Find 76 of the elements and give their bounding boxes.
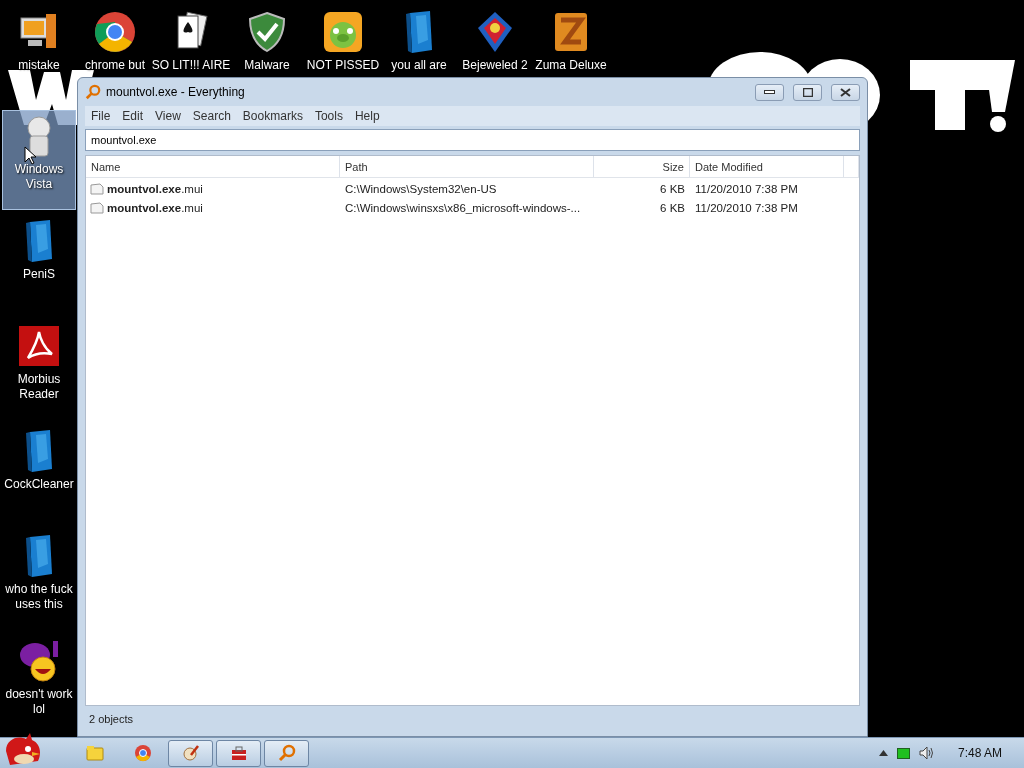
- file-icon: [90, 182, 104, 195]
- icon-label: NOT PISSED: [306, 58, 380, 73]
- desktop-icon[interactable]: mistake: [2, 6, 76, 76]
- desktop-icon[interactable]: doesn't work lol: [2, 635, 76, 735]
- folder-icon: [85, 744, 104, 762]
- icon-label: Malware: [244, 58, 290, 73]
- desktop-icon[interactable]: CockCleaner: [2, 425, 76, 525]
- smiley-messenger-icon: [18, 639, 60, 683]
- icon-label: Morbius Reader: [16, 372, 62, 402]
- shield-check-icon: [246, 10, 288, 54]
- desktop-icon[interactable]: chrome but: [78, 6, 152, 76]
- magnifier-icon: [85, 84, 101, 100]
- status-text: 2 objects: [89, 713, 134, 725]
- pdf-reader-icon: [18, 324, 60, 368]
- taskbar-button[interactable]: [216, 739, 261, 767]
- cursor-icon: [24, 146, 36, 165]
- column-header[interactable]: Size: [594, 156, 690, 177]
- desktop-icon[interactable]: SO LIT!!! AIRE: [154, 6, 228, 76]
- menu-item[interactable]: Help: [348, 109, 386, 123]
- menu-item[interactable]: View: [149, 109, 187, 123]
- date-modified: 11/20/2010 7:38 PM: [694, 181, 799, 197]
- desktop-icon[interactable]: Malware: [230, 6, 304, 76]
- close-button[interactable]: [831, 83, 860, 101]
- window-title: mountvol.exe - Everything: [106, 85, 246, 99]
- file-path: C:\Windows\System32\en-US: [344, 181, 498, 197]
- file-name: mountvol.exe.mui: [107, 181, 204, 197]
- speaker-icon[interactable]: [918, 746, 935, 760]
- icon-label: CockCleaner: [3, 477, 75, 492]
- column-header[interactable]: Name: [86, 156, 340, 177]
- icon-label: Zuma Deluxe: [535, 58, 607, 73]
- desktop-icon[interactable]: you all are: [382, 6, 456, 76]
- minimize-icon: [764, 89, 775, 95]
- paint-brush-icon: [181, 744, 200, 762]
- icon-label: who the fuck uses this: [4, 582, 74, 612]
- file-name: mountvol.exe.mui: [107, 200, 204, 216]
- icon-label: Windows Vista: [13, 162, 65, 192]
- search-field[interactable]: mountvol.exe: [85, 129, 860, 151]
- file-icon: [90, 201, 104, 214]
- close-icon: [840, 87, 851, 97]
- desktop-icon[interactable]: Morbius Reader: [2, 320, 76, 420]
- toolbox-icon: [229, 744, 248, 762]
- desktop-icon[interactable]: who the fuck uses this: [2, 530, 76, 630]
- desktop-icon[interactable]: Windows Vista: [2, 110, 76, 210]
- menu-item[interactable]: Search: [186, 109, 237, 123]
- icon-label: PeniS: [22, 267, 56, 282]
- menu-item[interactable]: Edit: [116, 109, 150, 123]
- desktop-icon[interactable]: PeniS: [2, 215, 76, 315]
- taskbar-button[interactable]: [264, 739, 309, 767]
- file-size: 6 KB: [659, 200, 686, 216]
- magnifier-icon: [277, 744, 296, 762]
- icon-label: doesn't work lol: [4, 687, 74, 717]
- icon-label: chrome but: [85, 58, 145, 73]
- desktop-icon[interactable]: Bejeweled 2: [458, 6, 532, 76]
- desktop-icon[interactable]: Zuma Deluxe: [534, 6, 608, 76]
- pig-icon: [322, 10, 364, 54]
- menu-item[interactable]: Bookmarks: [236, 109, 309, 123]
- date-modified: 11/20/2010 7:38 PM: [694, 200, 799, 216]
- menu-item[interactable]: File: [85, 109, 117, 123]
- chrome-icon: [94, 10, 136, 54]
- desktop-icon[interactable]: NOT PISSED: [306, 6, 380, 76]
- chrome-icon: [133, 744, 152, 762]
- column-header[interactable]: Date Modified: [690, 156, 844, 177]
- clock[interactable]: 7:48 AM: [957, 746, 1002, 760]
- show-hidden-icon[interactable]: [878, 750, 888, 756]
- icon-label: you all are: [391, 58, 447, 73]
- maximize-button[interactable]: [793, 83, 822, 101]
- taskbar-button[interactable]: [168, 739, 213, 767]
- icon-label: SO LIT!!! AIRE: [151, 58, 231, 73]
- column-header[interactable]: Path: [340, 156, 594, 177]
- icon-label: Bejeweled 2: [462, 58, 528, 73]
- minimize-button[interactable]: [755, 83, 784, 101]
- file-size: 6 KB: [659, 181, 686, 197]
- file-path: C:\Windows\winsxs\x86_microsoft-windows-...: [344, 200, 582, 216]
- menu-item[interactable]: Tools: [308, 109, 349, 123]
- icon-label: mistake: [18, 58, 60, 73]
- maximize-icon: [802, 87, 813, 97]
